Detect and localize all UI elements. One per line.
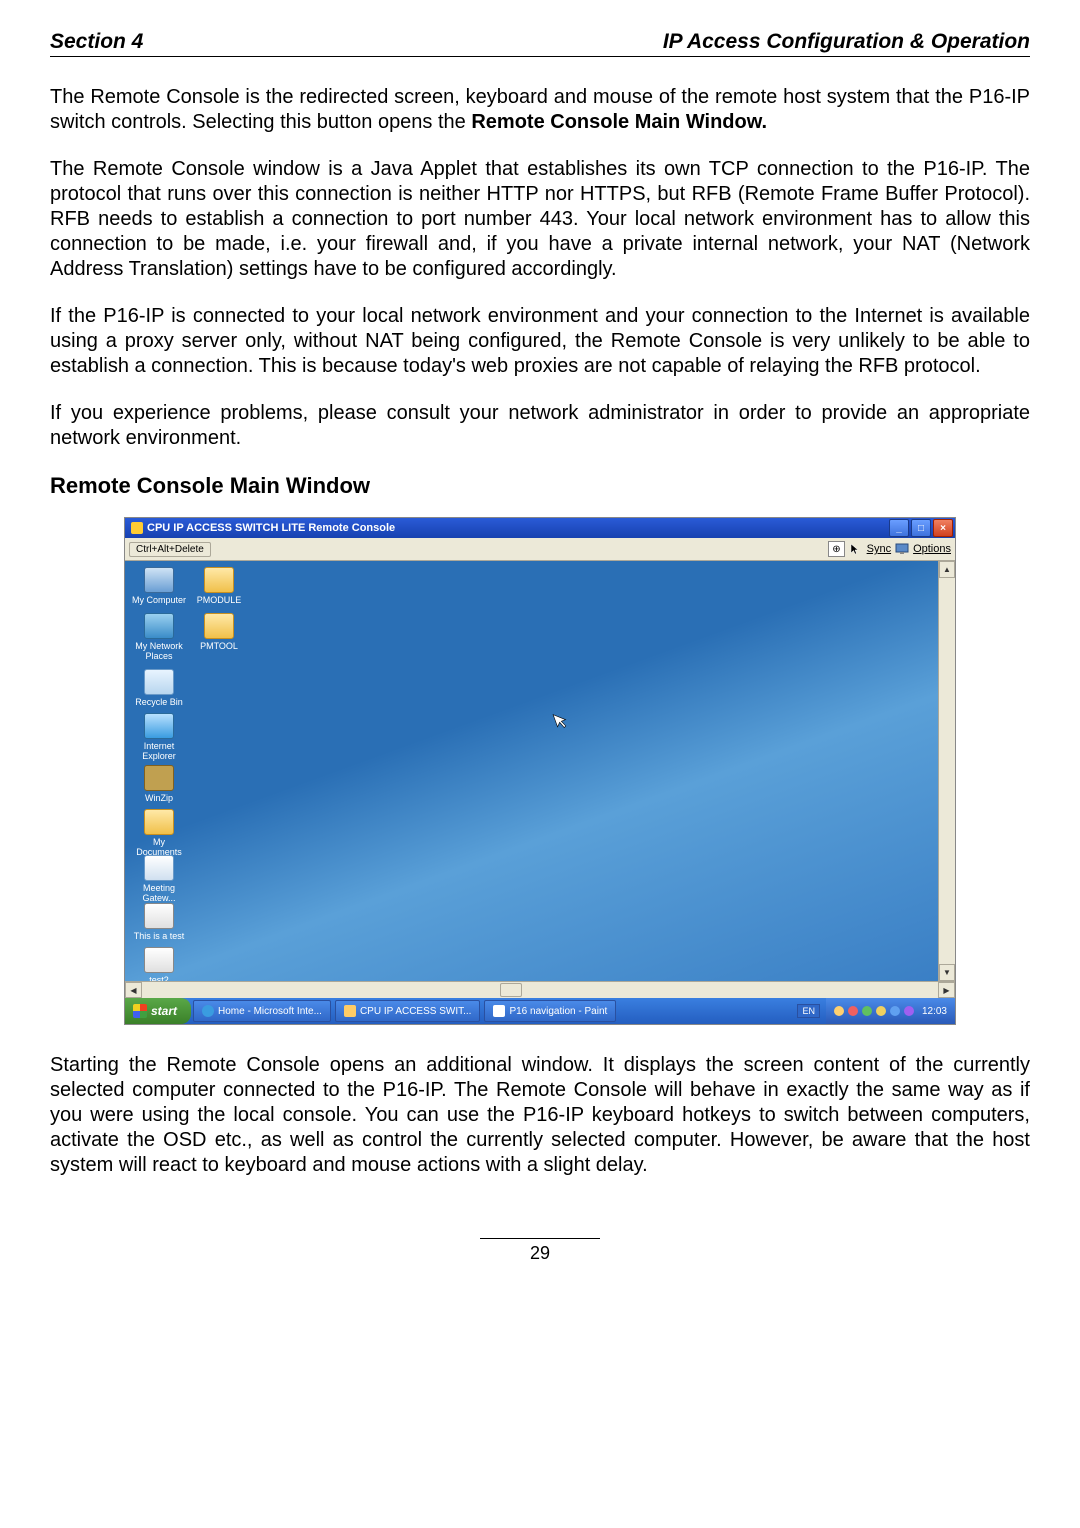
taskbar-label: Home - Microsoft Inte...	[218, 1006, 322, 1017]
remote-viewport: My Computer PMODULE My Network Places PM…	[125, 561, 955, 981]
toolbar-right: ⊕ Sync Options	[828, 541, 951, 557]
drive-indicator-icon: ⊕	[828, 541, 844, 557]
desktop-icon-winzip[interactable]: WinZip	[131, 765, 187, 803]
desktop-icon-my-documents[interactable]: My Documents	[131, 809, 187, 857]
desktop-icon-my-computer[interactable]: My Computer	[131, 567, 187, 605]
heading-remote-console: Remote Console Main Window	[50, 473, 1030, 499]
paragraph-2: The Remote Console window is a Java Appl…	[50, 157, 1030, 282]
taskbar-item-paint[interactable]: P16 navigation - Paint	[484, 1000, 616, 1022]
tray-icon[interactable]	[904, 1006, 914, 1016]
ctrl-alt-delete-button[interactable]: Ctrl+Alt+Delete	[129, 542, 211, 557]
window-controls: _ □ ×	[889, 519, 953, 537]
vertical-scrollbar[interactable]: ▲ ▼	[938, 561, 955, 981]
taskbar-item-cpuip[interactable]: CPU IP ACCESS SWIT...	[335, 1000, 481, 1022]
app-icon	[344, 1005, 356, 1017]
options-link[interactable]: Options	[913, 543, 951, 555]
page-number: 29	[480, 1238, 600, 1264]
header-title: IP Access Configuration & Operation	[663, 30, 1030, 54]
toolbar-left: Ctrl+Alt+Delete	[129, 542, 211, 557]
icon-label: Meeting Gatew...	[131, 883, 187, 903]
computer-icon	[144, 567, 174, 593]
app-icon	[144, 855, 174, 881]
paragraph-3: If the P16-IP is connected to your local…	[50, 304, 1030, 379]
figure-remote-console-window: CPU IP ACCESS SWITCH LITE Remote Console…	[124, 517, 956, 1025]
icon-label: test2	[131, 975, 187, 981]
icon-label: My Documents	[131, 837, 187, 857]
documents-icon	[144, 809, 174, 835]
scroll-left-arrow-icon[interactable]: ◀	[125, 982, 142, 998]
desktop-icon-pmtool[interactable]: PMTOOL	[191, 613, 247, 651]
taskbar-label: CPU IP ACCESS SWIT...	[360, 1006, 472, 1017]
app-icon	[131, 522, 143, 534]
remote-desktop[interactable]: My Computer PMODULE My Network Places PM…	[125, 561, 938, 981]
tray-icon[interactable]	[890, 1006, 900, 1016]
horizontal-scrollbar[interactable]: ◀ ▶	[125, 981, 955, 998]
folder-icon	[204, 567, 234, 593]
windows-logo-icon	[133, 1004, 147, 1018]
internet-explorer-icon	[202, 1005, 214, 1017]
start-label: start	[151, 1004, 177, 1018]
desktop-icon-pmodule[interactable]: PMODULE	[191, 567, 247, 605]
desktop-icon-recycle-bin[interactable]: Recycle Bin	[131, 669, 187, 707]
desktop-icon-internet-explorer[interactable]: Internet Explorer	[131, 713, 187, 761]
paragraph-4: If you experience problems, please consu…	[50, 401, 1030, 451]
remote-cursor-icon	[552, 709, 572, 734]
toolbar: Ctrl+Alt+Delete ⊕ Sync Options	[125, 538, 955, 561]
header-section: Section 4	[50, 30, 143, 54]
page-header: Section 4 IP Access Configuration & Oper…	[50, 30, 1030, 57]
desktop-icon-meeting[interactable]: Meeting Gatew...	[131, 855, 187, 903]
sync-link[interactable]: Sync	[867, 543, 891, 555]
icon-label: My Computer	[131, 595, 187, 605]
paragraph-1: The Remote Console is the redirected scr…	[50, 85, 1030, 135]
internet-explorer-icon	[144, 713, 174, 739]
scroll-track[interactable]	[142, 982, 938, 998]
maximize-button[interactable]: □	[911, 519, 931, 537]
icon-label: My Network Places	[131, 641, 187, 661]
cursor-icon	[849, 542, 863, 556]
remote-taskbar: start Home - Microsoft Inte... CPU IP AC…	[125, 998, 955, 1024]
tray-clock: 12:03	[922, 1006, 947, 1017]
winzip-icon	[144, 765, 174, 791]
folder-icon	[204, 613, 234, 639]
paragraph-1b-bold: Remote Console Main Window.	[471, 111, 767, 133]
tray-icon[interactable]	[834, 1006, 844, 1016]
minimize-button[interactable]: _	[889, 519, 909, 537]
tray-icon[interactable]	[848, 1006, 858, 1016]
desktop-icon-test2[interactable]: test2	[131, 947, 187, 981]
taskbar-label: P16 navigation - Paint	[509, 1006, 607, 1017]
desktop-icon-thisisatest[interactable]: This is a test	[131, 903, 187, 941]
network-icon	[144, 613, 174, 639]
window-title: CPU IP ACCESS SWITCH LITE Remote Console	[147, 522, 889, 534]
text-file-icon	[144, 903, 174, 929]
icon-label: Internet Explorer	[131, 741, 187, 761]
close-button[interactable]: ×	[933, 519, 953, 537]
icon-label: Recycle Bin	[131, 697, 187, 707]
paint-icon	[493, 1005, 505, 1017]
window-titlebar[interactable]: CPU IP ACCESS SWITCH LITE Remote Console…	[125, 518, 955, 538]
recycle-bin-icon	[144, 669, 174, 695]
language-indicator[interactable]: EN	[797, 1004, 820, 1018]
icon-label: This is a test	[131, 931, 187, 941]
system-tray[interactable]: 12:03	[826, 998, 955, 1024]
scroll-up-arrow-icon[interactable]: ▲	[939, 561, 955, 578]
tray-icon[interactable]	[862, 1006, 872, 1016]
tray-icon[interactable]	[876, 1006, 886, 1016]
icon-label: PMODULE	[191, 595, 247, 605]
paragraph-5: Starting the Remote Console opens an add…	[50, 1053, 1030, 1178]
scroll-track[interactable]	[939, 578, 955, 964]
monitor-icon	[895, 542, 909, 556]
scroll-right-arrow-icon[interactable]: ▶	[938, 982, 955, 998]
desktop-icon-my-network[interactable]: My Network Places	[131, 613, 187, 661]
scroll-down-arrow-icon[interactable]: ▼	[939, 964, 955, 981]
scroll-thumb[interactable]	[500, 983, 522, 997]
start-button[interactable]: start	[125, 998, 191, 1024]
text-file-icon	[144, 947, 174, 973]
icon-label: PMTOOL	[191, 641, 247, 651]
taskbar-item-browser[interactable]: Home - Microsoft Inte...	[193, 1000, 331, 1022]
icon-label: WinZip	[131, 793, 187, 803]
